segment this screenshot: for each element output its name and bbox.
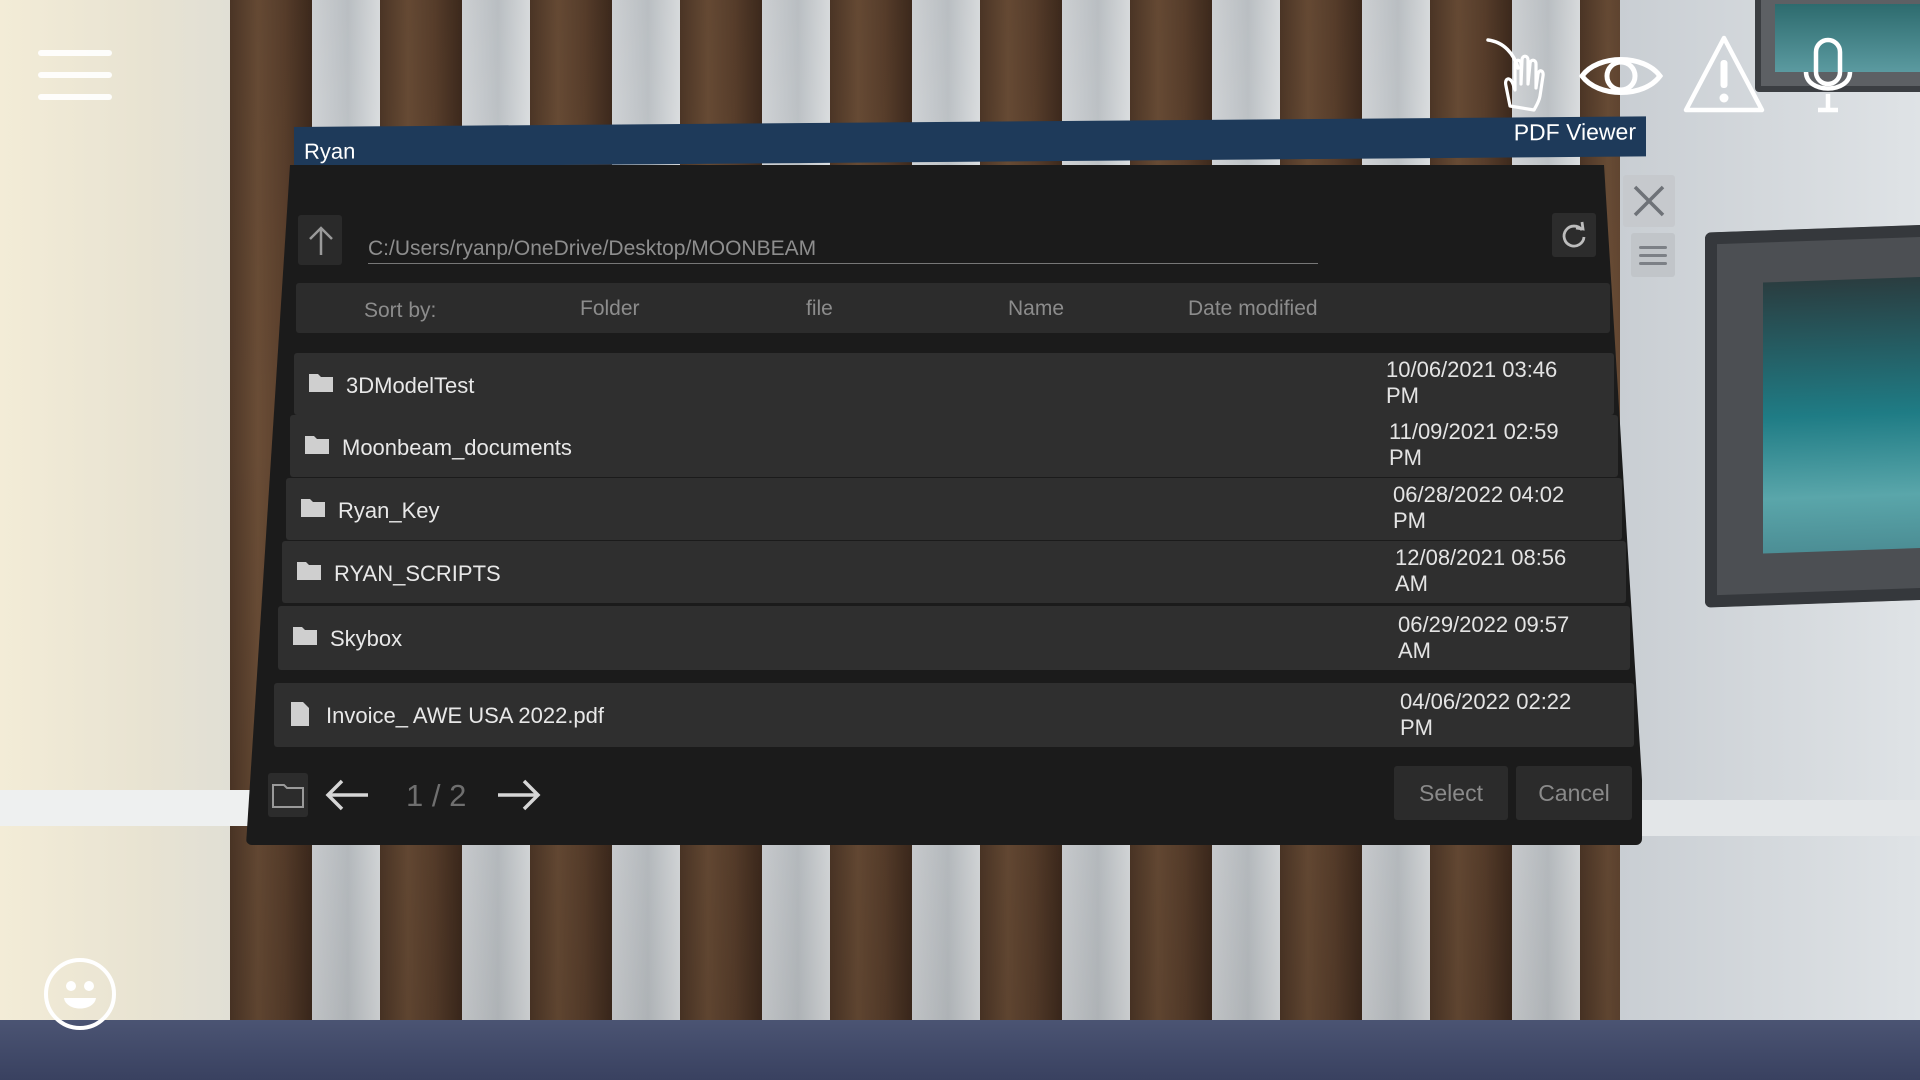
- user-name-label: Ryan: [304, 138, 356, 164]
- emoji-icon[interactable]: [44, 958, 116, 1030]
- open-folder-button[interactable]: [268, 773, 308, 817]
- file-icon: [291, 702, 309, 726]
- item-name: Skybox: [330, 626, 403, 651]
- item-name: RYAN_SCRIPTS: [334, 561, 501, 586]
- options-menu-button[interactable]: [1631, 233, 1675, 277]
- refresh-button[interactable]: [1552, 213, 1596, 257]
- close-icon: [1633, 185, 1665, 217]
- warning-icon[interactable]: [1682, 34, 1766, 114]
- pdf-file-picker-dialog: Ryan PDF Viewer C:/Users/ryanp/OneDrive/…: [246, 116, 1675, 845]
- item-date-line2: PM: [1393, 508, 1426, 533]
- item-date: 04/06/2022 02:22 PM: [1400, 689, 1600, 741]
- sort-option-date-modified[interactable]: Date modified: [1188, 297, 1318, 321]
- item-date-line1: 06/29/2022 09:57: [1398, 612, 1570, 637]
- item-date-line1: 12/08/2021 08:56: [1395, 545, 1567, 570]
- list-item[interactable]: Ryan_Key 06/28/2022 04:02 PM: [286, 478, 1622, 540]
- folder-icon: [301, 499, 325, 517]
- path-input[interactable]: C:/Users/ryanp/OneDrive/Desktop/MOONBEAM: [368, 237, 1318, 264]
- item-date-line1: 04/06/2022 02:22: [1400, 689, 1572, 714]
- arrow-left-icon: [325, 779, 368, 811]
- dialog-panel: C:/Users/ryanp/OneDrive/Desktop/MOONBEAM…: [246, 165, 1642, 845]
- item-date: 11/09/2021 02:59 PM: [1389, 419, 1589, 471]
- item-name: Moonbeam_documents: [342, 435, 572, 460]
- list-item[interactable]: Invoice_ AWE USA 2022.pdf 04/06/2022 02:…: [274, 683, 1634, 747]
- folder-icon: [309, 374, 333, 392]
- folder-icon: [297, 562, 321, 580]
- menu-line-icon: [1639, 246, 1667, 249]
- item-date-line1: 11/09/2021 02:59: [1389, 419, 1559, 444]
- right-wall-rail: [1640, 800, 1920, 836]
- left-wall-rail: [0, 790, 260, 826]
- close-button[interactable]: [1623, 175, 1675, 227]
- menu-icon[interactable]: [38, 50, 112, 100]
- sort-bar: Sort by: Folder file Name Date modified: [296, 283, 1610, 333]
- sort-option-file[interactable]: file: [806, 297, 833, 321]
- item-name: Ryan_Key: [338, 498, 440, 523]
- folder-icon: [293, 627, 317, 645]
- item-date-line2: PM: [1386, 383, 1419, 408]
- folder-icon: [272, 784, 304, 808]
- item-date-line2: PM: [1389, 445, 1422, 470]
- sort-option-folder[interactable]: Folder: [580, 297, 640, 321]
- sort-option-name[interactable]: Name: [1008, 297, 1064, 321]
- item-date: 06/29/2022 09:57 AM: [1398, 612, 1598, 664]
- list-item[interactable]: RYAN_SCRIPTS 12/08/2021 08:56 AM: [282, 541, 1626, 603]
- eye-icon[interactable]: [1578, 48, 1664, 104]
- folder-icon: [305, 436, 329, 454]
- item-name: Invoice_ AWE USA 2022.pdf: [326, 703, 605, 728]
- sort-by-label: Sort by:: [364, 299, 437, 322]
- menu-line-icon: [1639, 262, 1667, 265]
- item-date-line2: AM: [1398, 638, 1431, 663]
- item-name: 3DModelTest: [346, 373, 475, 398]
- picture-frame: [1705, 223, 1920, 608]
- item-date: 06/28/2022 04:02 PM: [1393, 482, 1593, 534]
- microphone-icon[interactable]: [1800, 36, 1856, 116]
- item-date-line2: AM: [1395, 571, 1428, 596]
- item-date: 12/08/2021 08:56 AM: [1395, 545, 1595, 597]
- list-item[interactable]: 3DModelTest 10/06/2021 03:46 PM: [294, 353, 1614, 415]
- hand-gesture-icon[interactable]: [1480, 34, 1550, 114]
- arrow-up-icon: [309, 226, 333, 255]
- arrow-right-icon: [498, 779, 541, 811]
- cancel-button[interactable]: Cancel: [1516, 766, 1632, 820]
- item-date-line1: 10/06/2021 03:46: [1386, 357, 1558, 382]
- next-page-button[interactable]: [494, 773, 544, 817]
- list-item[interactable]: Moonbeam_documents 11/09/2021 02:59 PM: [290, 415, 1618, 477]
- navigate-up-button[interactable]: [298, 215, 342, 265]
- list-item[interactable]: Skybox 06/29/2022 09:57 AM: [278, 606, 1630, 670]
- item-date: 10/06/2021 03:46 PM: [1386, 357, 1586, 409]
- menu-line-icon: [1639, 254, 1667, 257]
- refresh-icon: [1562, 221, 1586, 248]
- previous-page-button[interactable]: [322, 773, 372, 817]
- floor: [0, 1020, 1920, 1080]
- app-title: PDF Viewer: [1513, 118, 1636, 146]
- select-button[interactable]: Select: [1394, 766, 1508, 820]
- item-date-line2: PM: [1400, 715, 1433, 740]
- page-indicator: 1 / 2: [406, 778, 467, 813]
- item-date-line1: 06/28/2022 04:02: [1393, 482, 1565, 507]
